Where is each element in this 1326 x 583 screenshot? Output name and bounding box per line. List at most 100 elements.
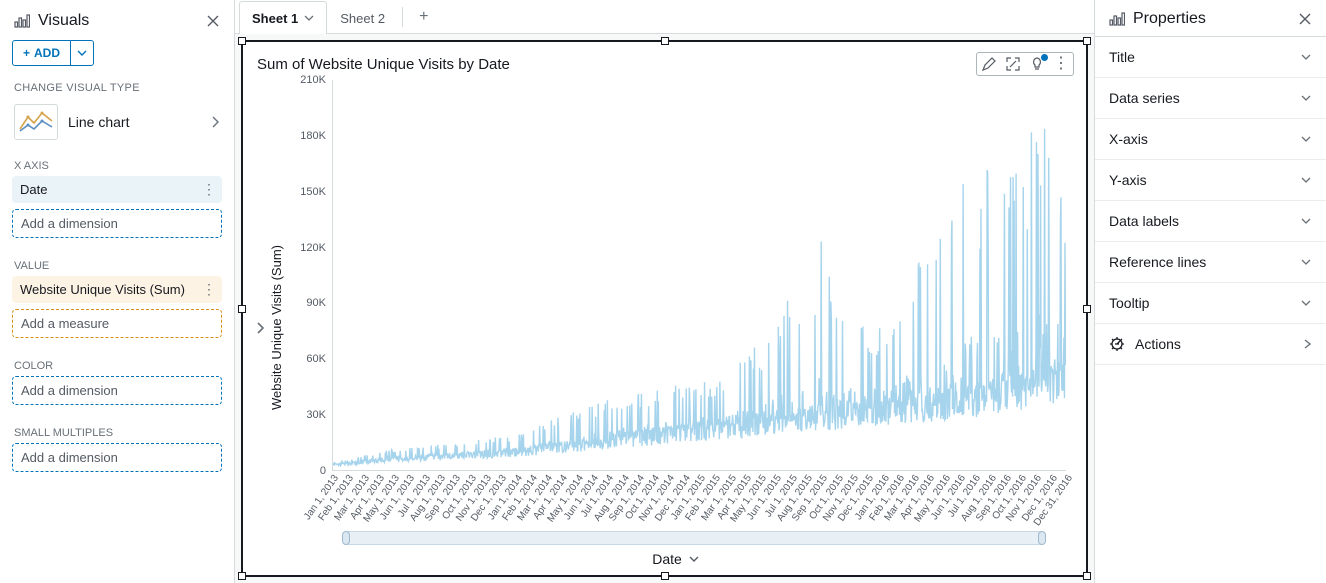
change-visual-type-button[interactable]: Line chart bbox=[0, 100, 234, 152]
properties-section-row[interactable]: X-axis bbox=[1095, 119, 1326, 160]
small-multiples-add-label: Add a dimension bbox=[21, 450, 118, 465]
color-field-well: COLOR Add a dimension bbox=[0, 352, 234, 419]
properties-section-label: Tooltip bbox=[1109, 295, 1300, 311]
xaxis-field-name: Date bbox=[20, 182, 47, 197]
small-multiples-field-well: SMALL MULTIPLES Add a dimension bbox=[0, 419, 234, 486]
collapse-legend-button[interactable] bbox=[253, 314, 267, 342]
visuals-title: Visuals bbox=[38, 12, 202, 30]
chart-plot[interactable] bbox=[332, 80, 1066, 471]
line-chart-icon bbox=[14, 104, 58, 140]
xaxis-field-pill[interactable]: Date ⋮ bbox=[12, 176, 222, 203]
actions-icon bbox=[1109, 336, 1125, 352]
value-add-measure[interactable]: Add a measure bbox=[12, 309, 222, 338]
add-visual-label: ADD bbox=[34, 46, 60, 60]
sheet-tab[interactable]: Sheet 1 bbox=[239, 1, 327, 34]
resize-handle[interactable] bbox=[661, 37, 669, 45]
properties-section-row[interactable]: Reference lines bbox=[1095, 242, 1326, 283]
chevron-down-icon bbox=[1300, 93, 1312, 103]
plus-icon: + bbox=[23, 46, 30, 60]
edit-visual-button[interactable] bbox=[981, 56, 997, 72]
chevron-down-icon[interactable] bbox=[304, 14, 314, 22]
time-scrubber[interactable] bbox=[342, 531, 1046, 545]
sheet-tabs: Sheet 1 Sheet 2 + bbox=[235, 0, 1094, 34]
properties-icon bbox=[1109, 11, 1125, 27]
properties-section-label: Data labels bbox=[1109, 213, 1300, 229]
visuals-panel: Visuals + ADD CHANGE VISUAL TYPE Line ch bbox=[0, 0, 235, 583]
scrubber-handle-left[interactable] bbox=[342, 531, 350, 545]
sheet-tab-label: Sheet 2 bbox=[340, 11, 385, 26]
visual-frame[interactable]: Sum of Website Unique Visits by Date ⋮ bbox=[241, 40, 1088, 577]
chevron-right-icon bbox=[1302, 337, 1312, 351]
x-axis: Jan 1, 2013Feb 1, 2013Mar 1, 2013Apr 1, … bbox=[332, 471, 1066, 527]
color-add-dimension[interactable]: Add a dimension bbox=[12, 376, 222, 405]
y-tick-label: 120K bbox=[300, 242, 326, 254]
color-label: COLOR bbox=[12, 356, 222, 376]
chevron-down-icon bbox=[1300, 52, 1312, 62]
field-menu-icon[interactable]: ⋮ bbox=[202, 186, 216, 193]
y-tick-label: 150K bbox=[300, 186, 326, 198]
visual-type-name: Line chart bbox=[68, 114, 200, 130]
x-axis-label-row: Date bbox=[286, 549, 1066, 575]
chevron-down-icon bbox=[1300, 298, 1312, 308]
visual-title[interactable]: Sum of Website Unique Visits by Date bbox=[257, 56, 976, 73]
tab-separator bbox=[402, 7, 403, 27]
properties-section-row[interactable]: Y-axis bbox=[1095, 160, 1326, 201]
close-properties-panel-button[interactable] bbox=[1298, 12, 1312, 26]
value-field-name: Website Unique Visits (Sum) bbox=[20, 282, 185, 297]
y-tick-label: 90K bbox=[306, 297, 326, 309]
insights-button[interactable] bbox=[1029, 56, 1045, 72]
chevron-down-icon bbox=[1300, 257, 1312, 267]
color-add-label: Add a dimension bbox=[21, 383, 118, 398]
properties-section-label: Title bbox=[1109, 49, 1300, 65]
chevron-down-icon bbox=[1300, 216, 1312, 226]
value-field-pill[interactable]: Website Unique Visits (Sum) ⋮ bbox=[12, 276, 222, 303]
xaxis-label: X AXIS bbox=[12, 156, 222, 176]
properties-section-row[interactable]: Data series bbox=[1095, 78, 1326, 119]
chevron-down-icon[interactable] bbox=[688, 554, 700, 564]
add-visual-dropdown-button[interactable] bbox=[70, 41, 93, 65]
resize-handle[interactable] bbox=[1083, 37, 1091, 45]
visual-titlebar: Sum of Website Unique Visits by Date ⋮ bbox=[243, 42, 1086, 80]
sheet-tab[interactable]: Sheet 2 bbox=[327, 1, 398, 34]
properties-section-label: Data series bbox=[1109, 90, 1300, 106]
small-multiples-label: SMALL MULTIPLES bbox=[12, 423, 222, 443]
x-axis-label: Date bbox=[652, 551, 682, 567]
value-add-label: Add a measure bbox=[21, 316, 109, 331]
properties-section-label: Y-axis bbox=[1109, 172, 1300, 188]
small-multiples-add-dimension[interactable]: Add a dimension bbox=[12, 443, 222, 472]
properties-title: Properties bbox=[1133, 10, 1298, 28]
field-menu-icon[interactable]: ⋮ bbox=[202, 286, 216, 293]
properties-actions-row[interactable]: Actions bbox=[1095, 324, 1326, 365]
visual-menu-button[interactable]: ⋮ bbox=[1053, 56, 1069, 72]
visuals-icon bbox=[14, 13, 30, 29]
xaxis-field-well: X AXIS Date ⋮ Add a dimension bbox=[0, 152, 234, 252]
y-tick-label: 0 bbox=[320, 465, 326, 477]
properties-section-row[interactable]: Data labels bbox=[1095, 201, 1326, 242]
y-axis-label: Website Unique Visits (Sum) bbox=[267, 245, 286, 410]
close-visuals-panel-button[interactable] bbox=[202, 10, 224, 32]
y-tick-label: 210K bbox=[300, 74, 326, 86]
chevron-down-icon bbox=[1300, 175, 1312, 185]
canvas-area: Sheet 1 Sheet 2 + Sum of Website Unique V… bbox=[235, 0, 1094, 583]
value-label: VALUE bbox=[12, 256, 222, 276]
add-visual-button[interactable]: + ADD bbox=[12, 40, 94, 66]
value-field-well: VALUE Website Unique Visits (Sum) ⋮ Add … bbox=[0, 252, 234, 352]
properties-section-label: Reference lines bbox=[1109, 254, 1300, 270]
add-sheet-button[interactable]: + bbox=[407, 8, 440, 26]
notification-dot-icon bbox=[1041, 54, 1048, 61]
scrubber-handle-right[interactable] bbox=[1038, 531, 1046, 545]
properties-section-row[interactable]: Tooltip bbox=[1095, 283, 1326, 324]
y-axis: 030K60K90K120K150K180K210K bbox=[286, 80, 332, 471]
maximize-visual-button[interactable] bbox=[1005, 56, 1021, 72]
properties-panel: Properties Title Data series X-axis Y-axis D… bbox=[1094, 0, 1326, 583]
sheet-tab-label: Sheet 1 bbox=[252, 11, 298, 26]
properties-section-label: X-axis bbox=[1109, 131, 1300, 147]
xaxis-add-label: Add a dimension bbox=[21, 216, 118, 231]
actions-label: Actions bbox=[1135, 336, 1302, 352]
properties-section-row[interactable]: Title bbox=[1095, 37, 1326, 78]
xaxis-add-dimension[interactable]: Add a dimension bbox=[12, 209, 222, 238]
properties-header: Properties bbox=[1095, 0, 1326, 37]
resize-handle[interactable] bbox=[238, 37, 246, 45]
y-tick-label: 60K bbox=[306, 353, 326, 365]
chevron-right-icon bbox=[210, 115, 220, 129]
